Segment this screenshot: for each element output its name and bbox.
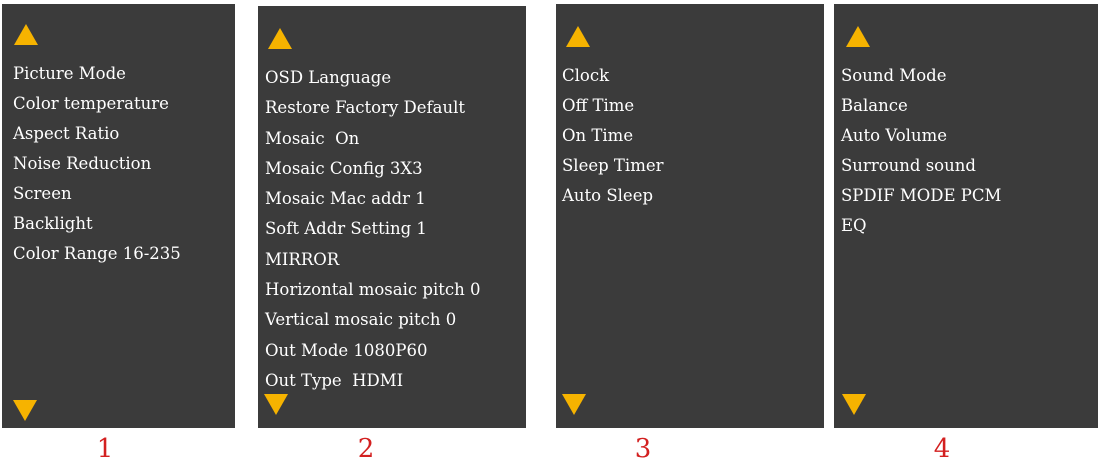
menu-item-soft-addr-setting[interactable]: Soft Addr Setting 1: [265, 214, 480, 244]
menu-item-color-temperature[interactable]: Color temperature: [13, 89, 181, 119]
scroll-down-arrow-icon[interactable]: [562, 394, 586, 415]
menu-list: Clock Off Time On Time Sleep Timer Auto …: [562, 61, 664, 211]
menu-item-aspect-ratio[interactable]: Aspect Ratio: [13, 119, 181, 149]
menu-item-horizontal-mosaic-pitch[interactable]: Horizontal mosaic pitch 0: [265, 275, 480, 305]
menu-item-sleep-timer[interactable]: Sleep Timer: [562, 151, 664, 181]
scroll-down-arrow-icon[interactable]: [842, 394, 866, 415]
scroll-up-arrow-icon[interactable]: [14, 24, 38, 45]
menu-item-screen[interactable]: Screen: [13, 179, 181, 209]
menu-item-sound-mode[interactable]: Sound Mode: [841, 61, 1001, 91]
osd-menu-panel-1: Picture Mode Color temperature Aspect Ra…: [2, 4, 235, 428]
menu-list: Picture Mode Color temperature Aspect Ra…: [13, 59, 181, 269]
menu-item-on-time[interactable]: On Time: [562, 121, 664, 151]
scroll-up-arrow-icon[interactable]: [268, 28, 292, 49]
menu-item-mosaic[interactable]: Mosaic On: [265, 124, 480, 154]
menu-item-mirror[interactable]: MIRROR: [265, 245, 480, 275]
menu-item-restore-factory-default[interactable]: Restore Factory Default: [265, 93, 480, 123]
menu-item-backlight[interactable]: Backlight: [13, 209, 181, 239]
menu-list: Sound Mode Balance Auto Volume Surround …: [841, 61, 1001, 241]
scroll-up-arrow-icon[interactable]: [566, 26, 590, 47]
scroll-down-arrow-icon[interactable]: [264, 394, 288, 415]
osd-menu-panel-3: Clock Off Time On Time Sleep Timer Auto …: [556, 4, 824, 428]
osd-menu-panel-2: OSD Language Restore Factory Default Mos…: [258, 6, 526, 428]
menu-list: OSD Language Restore Factory Default Mos…: [265, 63, 480, 396]
menu-item-color-range[interactable]: Color Range 16-235: [13, 239, 181, 269]
menu-item-surround-sound[interactable]: Surround sound: [841, 151, 1001, 181]
menu-item-spdif-mode[interactable]: SPDIF MODE PCM: [841, 181, 1001, 211]
menu-item-noise-reduction[interactable]: Noise Reduction: [13, 149, 181, 179]
menu-item-mosaic-mac-addr[interactable]: Mosaic Mac addr 1: [265, 184, 480, 214]
menu-item-out-mode[interactable]: Out Mode 1080P60: [265, 336, 480, 366]
menu-item-vertical-mosaic-pitch[interactable]: Vertical mosaic pitch 0: [265, 305, 480, 335]
menu-item-picture-mode[interactable]: Picture Mode: [13, 59, 181, 89]
panel-number-label: 2: [357, 434, 375, 464]
menu-item-out-type[interactable]: Out Type HDMI: [265, 366, 480, 396]
scroll-up-arrow-icon[interactable]: [846, 26, 870, 47]
osd-menu-panel-4: Sound Mode Balance Auto Volume Surround …: [834, 4, 1098, 428]
menu-item-eq[interactable]: EQ: [841, 211, 1001, 241]
panel-number-label: 1: [96, 434, 114, 464]
menu-item-clock[interactable]: Clock: [562, 61, 664, 91]
menu-item-osd-language[interactable]: OSD Language: [265, 63, 480, 93]
panel-number-label: 3: [634, 434, 652, 464]
menu-item-mosaic-config[interactable]: Mosaic Config 3X3: [265, 154, 480, 184]
menu-item-auto-sleep[interactable]: Auto Sleep: [562, 181, 664, 211]
menu-item-balance[interactable]: Balance: [841, 91, 1001, 121]
scroll-down-arrow-icon[interactable]: [13, 400, 37, 421]
menu-item-off-time[interactable]: Off Time: [562, 91, 664, 121]
menu-item-auto-volume[interactable]: Auto Volume: [841, 121, 1001, 151]
panel-number-label: 4: [933, 434, 951, 464]
